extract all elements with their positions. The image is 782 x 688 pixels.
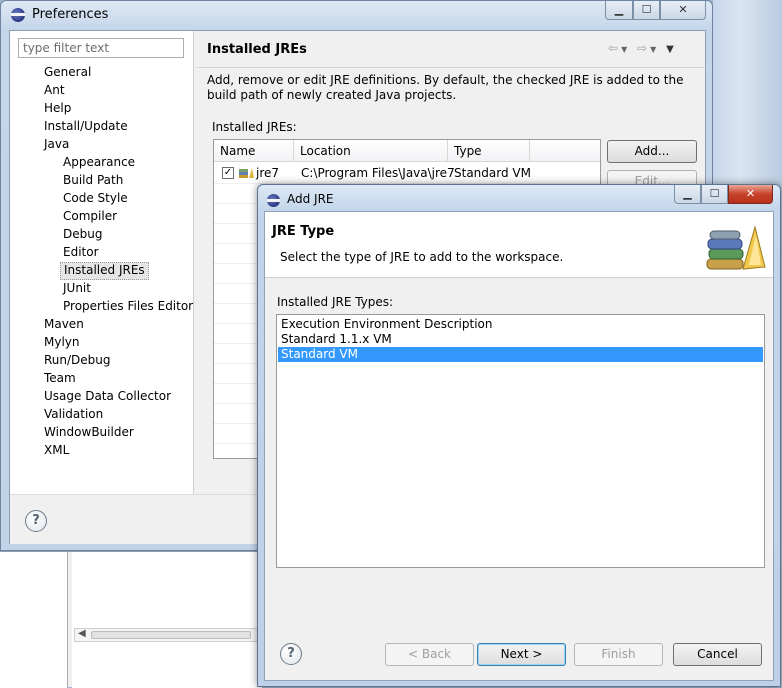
column-header-type[interactable]: Type — [448, 140, 530, 162]
installed-jres-label: Installed JREs: — [212, 120, 297, 134]
jre-default-checkbox[interactable]: ✓ — [222, 167, 234, 179]
maximize-button[interactable]: ☐ — [701, 185, 728, 204]
page-navigation[interactable]: ⇦▼ ⇨▼ ▼ — [608, 41, 677, 55]
tree-item-general[interactable]: General — [41, 64, 94, 82]
background-pane-right — [72, 552, 262, 688]
tree-item-run-debug[interactable]: Run/Debug — [41, 352, 114, 370]
next-button[interactable]: Next > — [477, 643, 566, 666]
tree-item-help[interactable]: Help — [41, 100, 74, 118]
jre-types-list[interactable]: Execution Environment Description Standar… — [276, 314, 765, 568]
page-title: Installed JREs — [207, 42, 307, 57]
tree-item-mylyn[interactable]: Mylyn — [41, 334, 83, 352]
wizard-banner: JRE Type Select the type of JRE to add t… — [265, 212, 773, 278]
forward-dropdown-icon[interactable]: ▼ — [650, 45, 659, 54]
tree-item-compiler[interactable]: Compiler — [60, 208, 120, 226]
preferences-titlebar[interactable]: Preferences ▁ ☐ ✕ — [1, 1, 712, 29]
view-menu-icon[interactable]: ▼ — [666, 44, 677, 55]
tree-item-code-style[interactable]: Code Style — [60, 190, 131, 208]
column-header-name[interactable]: Name — [214, 140, 294, 162]
close-button[interactable]: ✕ — [728, 185, 773, 204]
minimize-button[interactable]: ▁ — [605, 1, 633, 20]
jre-type-item[interactable]: Standard 1.1.x VM — [278, 332, 763, 347]
jre-types-label: Installed JRE Types: — [277, 295, 394, 309]
background-window-fragment: ◀ — [0, 551, 262, 688]
background-pane-left — [0, 552, 68, 688]
jre-name: jre7 — [256, 166, 280, 180]
tree-item-install-update[interactable]: Install/Update — [41, 118, 131, 136]
close-button[interactable]: ✕ — [660, 1, 706, 20]
jre-location: C:\Program Files\Java\jre7 — [301, 166, 455, 180]
scroll-left-arrow-icon[interactable]: ◀ — [78, 628, 86, 639]
help-icon[interactable]: ? — [280, 643, 302, 665]
background-horizontal-scrollbar[interactable]: ◀ — [74, 628, 262, 642]
divider — [196, 67, 706, 68]
jre-type-item[interactable]: Standard VM — [278, 347, 763, 362]
tree-item-usage-data-collector[interactable]: Usage Data Collector — [41, 388, 174, 406]
books-icon — [706, 225, 766, 270]
scrollbar-thumb[interactable] — [91, 631, 251, 639]
maximize-button[interactable]: ☐ — [633, 1, 660, 20]
tree-item-xml[interactable]: XML — [41, 442, 72, 460]
cancel-button[interactable]: Cancel — [673, 643, 762, 666]
eclipse-icon — [267, 194, 280, 207]
page-description: Add, remove or edit JRE definitions. By … — [207, 73, 684, 102]
back-arrow-icon[interactable]: ⇦ — [608, 41, 621, 55]
finish-button[interactable]: Finish — [574, 643, 663, 666]
tree-item-appearance[interactable]: Appearance — [60, 154, 138, 172]
add-jre-dialog: Add JRE ▁ ☐ ✕ JRE Type Select the type o… — [257, 184, 781, 687]
tree-item-windowbuilder[interactable]: WindowBuilder — [41, 424, 137, 442]
wizard-page-description: Select the type of JRE to add to the wor… — [280, 250, 564, 264]
table-row[interactable]: ✓ jre7 C:\Program Files\Java\jre7 Standa… — [214, 163, 600, 183]
tree-item-team[interactable]: Team — [41, 370, 79, 388]
wizard-page-title: JRE Type — [272, 224, 335, 239]
tree-item-editor[interactable]: Editor — [60, 244, 102, 262]
help-icon[interactable]: ? — [25, 510, 47, 532]
tree-item-installed-jres[interactable]: Installed JREs — [60, 262, 149, 280]
tree-item-validation[interactable]: Validation — [41, 406, 106, 424]
back-dropdown-icon[interactable]: ▼ — [621, 45, 630, 54]
tree-item-ant[interactable]: Ant — [41, 82, 68, 100]
tree-item-maven[interactable]: Maven — [41, 316, 87, 334]
tree-item-build-path[interactable]: Build Path — [60, 172, 126, 190]
preferences-title: Preferences — [32, 7, 109, 22]
forward-arrow-icon[interactable]: ⇨ — [637, 41, 650, 55]
back-button[interactable]: < Back — [385, 643, 474, 666]
table-header: Name Location Type — [214, 140, 600, 162]
preferences-tree-pane: GeneralAntHelpInstall/UpdateJavaAppearan… — [10, 31, 194, 494]
add-button[interactable]: Add... — [607, 140, 697, 163]
tree-item-java[interactable]: Java — [41, 136, 72, 154]
eclipse-icon — [11, 8, 25, 22]
filter-input[interactable] — [18, 38, 184, 58]
add-jre-client: JRE Type Select the type of JRE to add t… — [264, 211, 774, 681]
tree-item-junit[interactable]: JUnit — [60, 280, 94, 298]
jre-type-item[interactable]: Execution Environment Description — [278, 317, 763, 332]
tree-item-debug[interactable]: Debug — [60, 226, 105, 244]
column-header-location[interactable]: Location — [294, 140, 448, 162]
jre-type: Standard VM — [454, 166, 531, 180]
add-jre-title: Add JRE — [287, 192, 334, 206]
minimize-button[interactable]: ▁ — [674, 185, 701, 204]
tree-item-properties-files-editor[interactable]: Properties Files Editor — [60, 298, 196, 316]
jre-library-icon — [239, 168, 254, 178]
